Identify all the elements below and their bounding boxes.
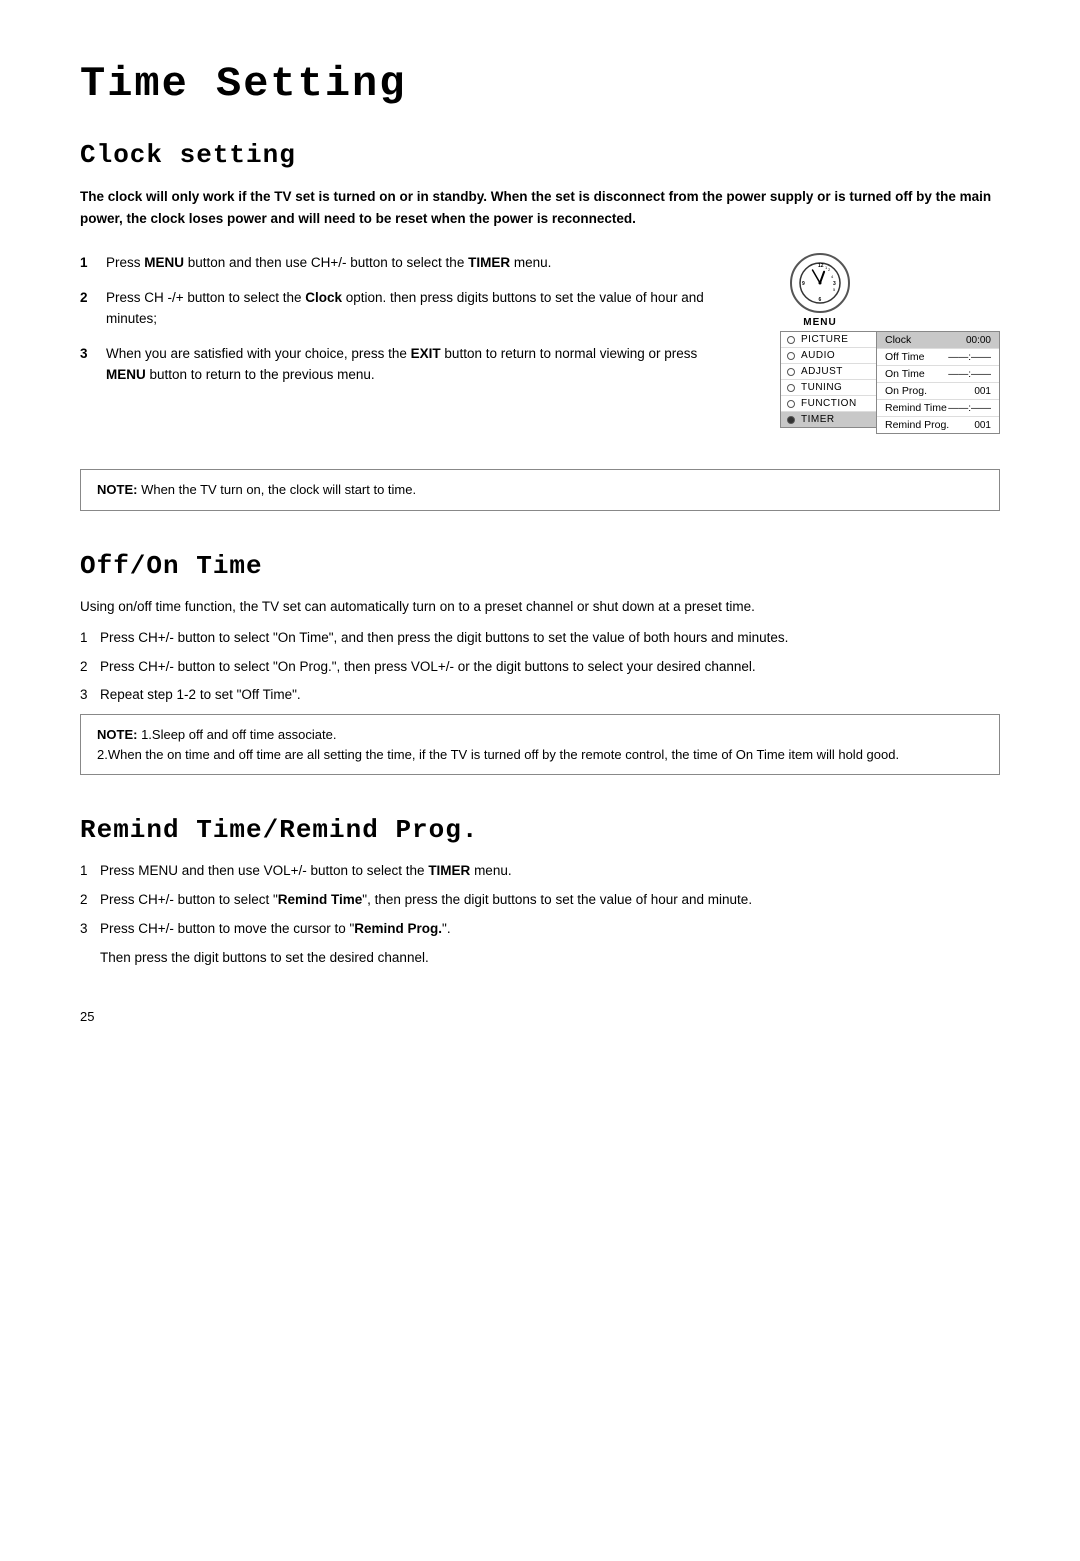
- submenu-value-remindprog: 001: [974, 420, 991, 431]
- offon-step-2-num: 2: [80, 657, 96, 678]
- submenu-value-offtime: ——:——: [948, 352, 991, 363]
- svg-text:9: 9: [802, 281, 805, 287]
- clock-note-text: NOTE: When the TV turn on, the clock wil…: [97, 482, 416, 497]
- offon-note-line1: NOTE: 1.Sleep off and off time associate…: [97, 725, 983, 745]
- clock-setting-heading: Clock setting: [80, 140, 1000, 170]
- remind-step-1-num: 1: [80, 861, 96, 882]
- dot-adjust: [787, 368, 795, 376]
- offon-step-2: 2 Press CH+/- button to select "On Prog.…: [80, 657, 1000, 678]
- step-3-text: When you are satisfied with your choice,…: [106, 344, 740, 386]
- diagram-wrapper: 12 3 6 9 1 2 4 5: [780, 253, 1000, 453]
- submenu-value-remindtime: ——:——: [948, 403, 991, 414]
- tv-panel: PICTURE AUDIO ADJUST TUNING: [780, 331, 880, 428]
- clock-note: NOTE: When the TV turn on, the clock wil…: [80, 469, 1000, 511]
- submenu-label-onprog: On Prog.: [885, 385, 927, 397]
- submenu-row-offtime: Off Time ——:——: [877, 349, 999, 366]
- offon-step-3-num: 3: [80, 685, 96, 706]
- remind-section: Remind Time/Remind Prog. 1 Press MENU an…: [80, 815, 1000, 969]
- step-1-num: 1: [80, 253, 102, 274]
- submenu-label-ontime: On Time: [885, 368, 925, 380]
- tv-panel-row-tuning: TUNING: [781, 380, 879, 396]
- clock-step-1: 1 Press MENU button and then use CH+/- b…: [80, 253, 740, 274]
- clock-icon: 12 3 6 9 1 2 4 5: [790, 253, 850, 313]
- submenu-value-ontime: ——:——: [948, 369, 991, 380]
- submenu-row-remindprog: Remind Prog. 001: [877, 417, 999, 433]
- dot-function: [787, 400, 795, 408]
- submenu-panel: Clock 00:00 Off Time ——:—— On Time ——:——…: [876, 331, 1000, 434]
- svg-text:6: 6: [819, 297, 822, 303]
- label-function: FUNCTION: [801, 398, 857, 409]
- offon-section: Off/On Time Using on/off time function, …: [80, 551, 1000, 776]
- remind-step-3b: Then press the digit buttons to set the …: [100, 948, 1000, 969]
- label-timer: TIMER: [801, 414, 835, 425]
- tv-diagram: 12 3 6 9 1 2 4 5: [780, 253, 1000, 453]
- submenu-row-clock: Clock 00:00: [877, 332, 999, 349]
- remind-step-3-num: 3: [80, 919, 96, 940]
- offon-intro: Using on/off time function, the TV set c…: [80, 597, 1000, 618]
- label-tuning: TUNING: [801, 382, 842, 393]
- step-3-num: 3: [80, 344, 102, 386]
- dot-picture: [787, 336, 795, 344]
- offon-note-line2: 2.When the on time and off time are all …: [97, 745, 983, 765]
- step-2-num: 2: [80, 288, 102, 330]
- clock-step-3: 3 When you are satisfied with your choic…: [80, 344, 740, 386]
- svg-text:12: 12: [818, 263, 824, 269]
- clock-steps-list: 1 Press MENU button and then use CH+/- b…: [80, 253, 740, 400]
- svg-text:5: 5: [833, 287, 836, 292]
- clock-setting-section: Clock setting The clock will only work i…: [80, 140, 1000, 511]
- clock-content: 1 Press MENU button and then use CH+/- b…: [80, 253, 1000, 453]
- dot-tuning: [787, 384, 795, 392]
- step-1-text: Press MENU button and then use CH+/- but…: [106, 253, 740, 274]
- remind-step-1: 1 Press MENU and then use VOL+/- button …: [80, 861, 1000, 882]
- remind-step-1-text: Press MENU and then use VOL+/- button to…: [100, 861, 512, 882]
- offon-note: NOTE: 1.Sleep off and off time associate…: [80, 714, 1000, 775]
- remind-step-3: 3 Press CH+/- button to move the cursor …: [80, 919, 1000, 940]
- offon-step-1-text: Press CH+/- button to select "On Time", …: [100, 628, 788, 649]
- offon-step-3-text: Repeat step 1-2 to set "Off Time".: [100, 685, 301, 706]
- offon-step-1: 1 Press CH+/- button to select "On Time"…: [80, 628, 1000, 649]
- remind-step-3b-text: Then press the digit buttons to set the …: [100, 948, 429, 969]
- tv-panel-row-picture: PICTURE: [781, 332, 879, 348]
- remind-step-3-text: Press CH+/- button to move the cursor to…: [100, 919, 451, 940]
- submenu-label-remindtime: Remind Time: [885, 402, 947, 414]
- tv-panel-row-adjust: ADJUST: [781, 364, 879, 380]
- submenu-label-offtime: Off Time: [885, 351, 924, 363]
- submenu-row-onprog: On Prog. 001: [877, 383, 999, 400]
- remind-steps: 1 Press MENU and then use VOL+/- button …: [80, 861, 1000, 969]
- tv-panel-row-audio: AUDIO: [781, 348, 879, 364]
- clock-intro: The clock will only work if the TV set i…: [80, 186, 1000, 229]
- submenu-label-remindprog: Remind Prog.: [885, 419, 949, 431]
- svg-text:2: 2: [828, 267, 831, 272]
- label-picture: PICTURE: [801, 334, 848, 345]
- tv-panel-row-timer: TIMER: [781, 412, 879, 427]
- remind-step-2: 2 Press CH+/- button to select "Remind T…: [80, 890, 1000, 911]
- offon-steps: 1 Press CH+/- button to select "On Time"…: [80, 628, 1000, 707]
- clock-step-2: 2 Press CH -/+ button to select the Cloc…: [80, 288, 740, 330]
- remind-step-2-num: 2: [80, 890, 96, 911]
- dot-timer: [787, 416, 795, 424]
- submenu-value-clock: 00:00: [966, 335, 991, 346]
- submenu-label-clock: Clock: [885, 334, 911, 346]
- svg-text:4: 4: [831, 274, 834, 279]
- submenu-value-onprog: 001: [974, 386, 991, 397]
- remind-heading: Remind Time/Remind Prog.: [80, 815, 1000, 845]
- label-audio: AUDIO: [801, 350, 835, 361]
- remind-step-2-text: Press CH+/- button to select "Remind Tim…: [100, 890, 752, 911]
- offon-step-1-num: 1: [80, 628, 96, 649]
- submenu-row-remindtime: Remind Time ——:——: [877, 400, 999, 417]
- tv-panel-row-function: FUNCTION: [781, 396, 879, 412]
- menu-label: MENU: [790, 317, 850, 328]
- dot-audio: [787, 352, 795, 360]
- submenu-row-ontime: On Time ——:——: [877, 366, 999, 383]
- page-title: Time Setting: [80, 60, 1000, 108]
- offon-heading: Off/On Time: [80, 551, 1000, 581]
- label-adjust: ADJUST: [801, 366, 843, 377]
- clock-svg: 12 3 6 9 1 2 4 5: [798, 261, 842, 305]
- offon-step-3: 3 Repeat step 1-2 to set "Off Time".: [80, 685, 1000, 706]
- offon-step-2-text: Press CH+/- button to select "On Prog.",…: [100, 657, 756, 678]
- page-number: 25: [80, 1009, 1000, 1024]
- step-2-text: Press CH -/+ button to select the Clock …: [106, 288, 740, 330]
